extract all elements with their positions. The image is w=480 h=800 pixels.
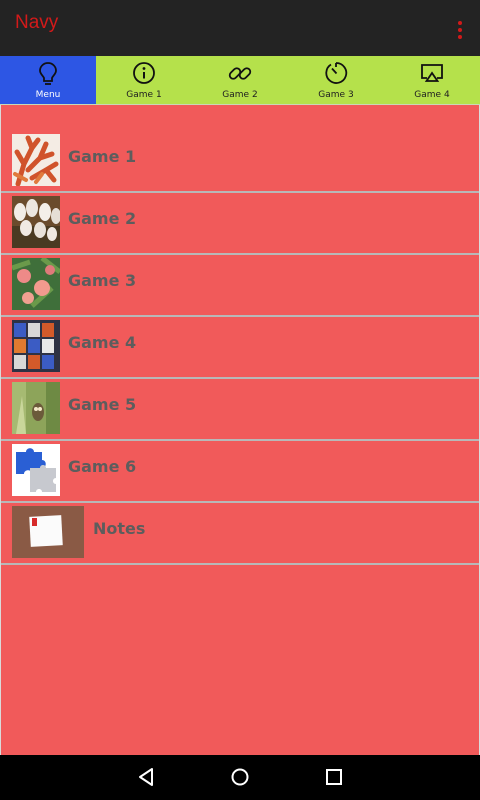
- home-icon[interactable]: [228, 765, 252, 789]
- tab-game-3[interactable]: Game 3: [288, 56, 384, 104]
- tab-label: Game 4: [414, 90, 450, 100]
- list-item-label: Game 4: [68, 333, 137, 352]
- tab-label: Game 2: [222, 90, 258, 100]
- list-item-notes[interactable]: Notes: [1, 503, 479, 565]
- list-item-label: Game 1: [68, 147, 137, 166]
- tab-bar: Menu Game 1 Game 2 Game 3 Game 4: [0, 56, 480, 105]
- link-icon: [228, 67, 252, 80]
- notepad-thumbnail: [12, 506, 84, 558]
- peaches-thumbnail: [12, 258, 60, 310]
- tab-label: Game 3: [318, 90, 354, 100]
- list-item-game-4[interactable]: Game 4: [1, 317, 479, 379]
- tab-game-4[interactable]: Game 4: [384, 56, 480, 104]
- list-item-game-1[interactable]: Game 1: [1, 131, 479, 193]
- list-item-label: Game 5: [68, 395, 137, 414]
- list-item-label: Game 3: [68, 271, 137, 290]
- list-item-game-3[interactable]: Game 3: [1, 255, 479, 317]
- tab-menu[interactable]: Menu: [0, 56, 96, 104]
- list-item-label: Game 6: [68, 457, 137, 476]
- list-item-label: Game 2: [68, 209, 137, 228]
- tab-game-2[interactable]: Game 2: [192, 56, 288, 104]
- system-navigation-bar: [0, 755, 480, 800]
- timer-icon: [325, 62, 348, 84]
- list-item-game-5[interactable]: Game 5: [1, 379, 479, 441]
- info-icon: [133, 62, 155, 84]
- list-item-label: Notes: [93, 519, 146, 538]
- lightbulb-icon: [39, 62, 57, 85]
- flowers-thumbnail: [12, 196, 60, 248]
- back-icon[interactable]: [134, 765, 158, 789]
- owl-thumbnail: [12, 382, 60, 434]
- puzzle-thumbnail: [12, 444, 60, 496]
- recents-icon[interactable]: [322, 765, 346, 789]
- cast-icon: [421, 64, 443, 82]
- overflow-menu-icon[interactable]: [452, 18, 468, 42]
- app-title: Navy: [15, 12, 59, 33]
- app-bar: Navy: [0, 0, 480, 56]
- list-item-game-6[interactable]: Game 6: [1, 441, 479, 503]
- list-item-game-2[interactable]: Game 2: [1, 193, 479, 255]
- tab-label: Game 1: [126, 90, 162, 100]
- cube-thumbnail: [12, 320, 60, 372]
- coral-thumbnail: [12, 134, 60, 186]
- tab-game-1[interactable]: Game 1: [96, 56, 192, 104]
- game-list: Game 1 Game 2 Game 3 Game 4 Game 5 Game …: [0, 105, 480, 755]
- tab-label: Menu: [35, 90, 61, 100]
